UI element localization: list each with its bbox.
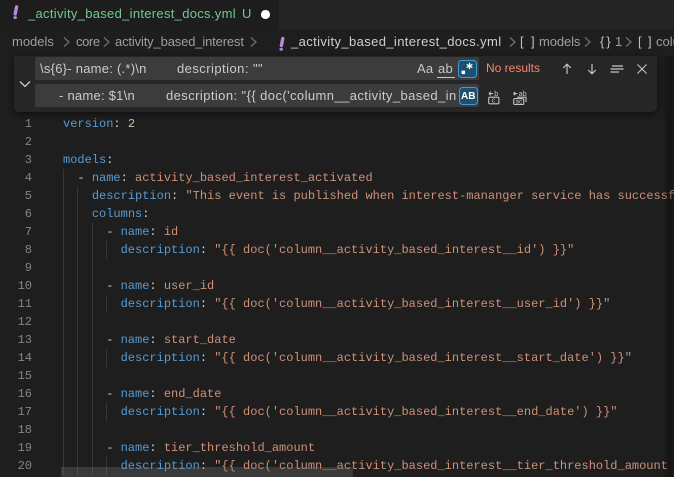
svg-text:c: c bbox=[492, 98, 496, 105]
svg-text:ac: ac bbox=[515, 99, 523, 105]
